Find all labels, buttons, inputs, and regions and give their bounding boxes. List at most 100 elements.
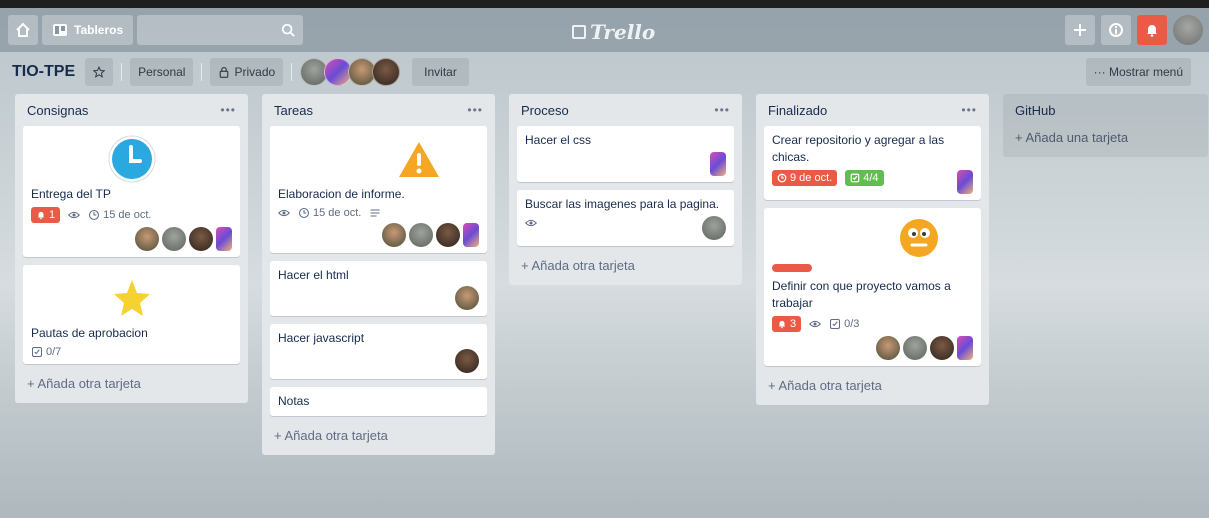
due-date-badge: 15 de oct. — [88, 209, 151, 221]
window-top-strip — [0, 0, 1209, 8]
eye-icon — [68, 211, 81, 219]
card-notas[interactable]: Notas — [270, 387, 487, 416]
show-menu-button[interactable]: ··· Mostrar menú — [1085, 58, 1191, 86]
checklist-icon — [31, 346, 43, 358]
card-label-red — [772, 264, 812, 272]
card-title: Hacer el html — [278, 268, 349, 282]
separator — [201, 63, 203, 81]
member-avatar — [702, 216, 726, 240]
notification-count: 1 — [49, 209, 56, 221]
description-badge — [369, 207, 381, 219]
separator — [291, 63, 293, 81]
add-card-button[interactable]: + Añada otra tarjeta — [517, 254, 734, 277]
card-badges — [525, 217, 726, 229]
description-icon — [370, 209, 380, 217]
clock-icon — [298, 207, 310, 219]
boards-label: Tableros — [74, 23, 124, 37]
list-tareas: Tareas ••• Elaboracion de informe. 15 de… — [262, 94, 495, 455]
clock-icon — [777, 173, 787, 183]
add-card-button[interactable]: + Añada una tarjeta — [1011, 126, 1200, 149]
card-title: Notas — [278, 394, 310, 408]
member-avatar — [710, 152, 726, 176]
user-avatar[interactable] — [1173, 15, 1203, 45]
checklist-count: 4/4 — [863, 172, 879, 184]
card-hacer-html[interactable]: Hacer el html — [270, 261, 487, 316]
card-badges: 9 de oct. 4/4 — [772, 170, 973, 186]
checklist-count: 0/7 — [46, 346, 62, 358]
search-input[interactable] — [137, 15, 304, 45]
surprised-face-sticker-icon — [897, 216, 941, 260]
card-cover — [278, 132, 479, 186]
list-title[interactable]: Tareas — [274, 103, 313, 118]
add-card-button[interactable]: + Añada otra tarjeta — [764, 374, 981, 397]
member-avatar — [957, 170, 973, 194]
card-hacer-javascript[interactable]: Hacer javascript — [270, 324, 487, 379]
app-header: Tableros Trello — [0, 8, 1209, 52]
add-card-button[interactable]: + Añada otra tarjeta — [270, 424, 487, 447]
card-buscar-imagenes[interactable]: Buscar las imagenes para la pagina. — [517, 190, 734, 246]
list-title[interactable]: GitHub — [1015, 103, 1055, 118]
logo-text: Trello — [590, 20, 656, 44]
member-avatar — [930, 336, 954, 360]
due-date: 15 de oct. — [313, 207, 362, 219]
info-icon — [1109, 23, 1123, 37]
list-finalizado: Finalizado ••• Crear repositorio y agreg… — [756, 94, 989, 405]
card-members — [772, 336, 973, 360]
invite-label: Invitar — [424, 65, 457, 79]
checklist-badge: 0/7 — [31, 346, 61, 358]
board-title[interactable]: TIO-TPE — [12, 63, 75, 81]
checklist-icon — [830, 318, 841, 330]
card-definir-proyecto[interactable]: Definir con que proyecto vamos a trabaja… — [764, 208, 981, 366]
card-title: Crear repositorio y agregar a las chicas… — [772, 133, 945, 164]
card-badges: 3 0/3 — [772, 316, 973, 332]
checklist-icon — [850, 173, 860, 183]
list-title[interactable]: Finalizado — [768, 103, 827, 118]
list-menu-icon[interactable]: ••• — [467, 103, 483, 117]
card-hacer-css[interactable]: Hacer el css — [517, 126, 734, 182]
eye-icon — [525, 219, 537, 227]
search-icon — [282, 23, 295, 37]
card-title: Hacer javascript — [278, 331, 365, 345]
notification-count: 3 — [790, 318, 797, 330]
card-cover — [772, 214, 973, 262]
star-sticker-icon — [109, 276, 154, 319]
member-avatar[interactable] — [372, 58, 401, 86]
member-avatar — [903, 336, 927, 360]
boards-button[interactable]: Tableros — [42, 15, 134, 45]
board-members — [300, 58, 401, 86]
list-title[interactable]: Proceso — [521, 103, 569, 118]
team-button[interactable]: Personal — [130, 58, 194, 86]
watch-badge — [809, 318, 822, 330]
watch-badge — [525, 217, 537, 229]
trello-logo[interactable]: Trello — [572, 20, 655, 44]
card-badges: 15 de oct. — [278, 207, 479, 219]
card-members — [31, 227, 232, 251]
card-pautas-aprobacion[interactable]: Pautas de aprobacion 0/7 — [23, 265, 240, 364]
bell-icon — [37, 211, 45, 220]
member-avatar — [216, 227, 232, 251]
eye-icon — [809, 320, 822, 328]
info-button[interactable] — [1101, 15, 1131, 45]
card-crear-repositorio[interactable]: Crear repositorio y agregar a las chicas… — [764, 126, 981, 200]
list-header: Proceso ••• — [517, 94, 734, 126]
list-menu-icon[interactable]: ••• — [961, 103, 977, 117]
member-avatar — [455, 286, 479, 310]
due-date: 9 de oct. — [790, 172, 833, 184]
notifications-button[interactable] — [1137, 15, 1167, 45]
card-entrega-tp[interactable]: Entrega del TP 1 15 de oct. — [23, 126, 240, 257]
home-button[interactable] — [8, 15, 38, 45]
clock-sticker-icon — [108, 135, 155, 183]
list-menu-icon[interactable]: ••• — [714, 103, 730, 117]
star-button[interactable] — [85, 58, 114, 86]
add-card-button[interactable]: + Añada otra tarjeta — [23, 372, 240, 395]
list-title[interactable]: Consignas — [27, 103, 88, 118]
card-elaboracion-informe[interactable]: Elaboracion de informe. 15 de oct. — [270, 126, 487, 253]
invite-button[interactable]: Invitar — [412, 58, 469, 86]
star-outline-icon — [93, 66, 106, 78]
plus-icon — [1074, 24, 1086, 36]
member-avatar — [162, 227, 186, 251]
list-menu-icon[interactable]: ••• — [220, 103, 236, 117]
visibility-button[interactable]: Privado — [210, 58, 284, 86]
card-title: Pautas de aprobacion — [31, 326, 148, 340]
create-button[interactable] — [1065, 15, 1095, 45]
